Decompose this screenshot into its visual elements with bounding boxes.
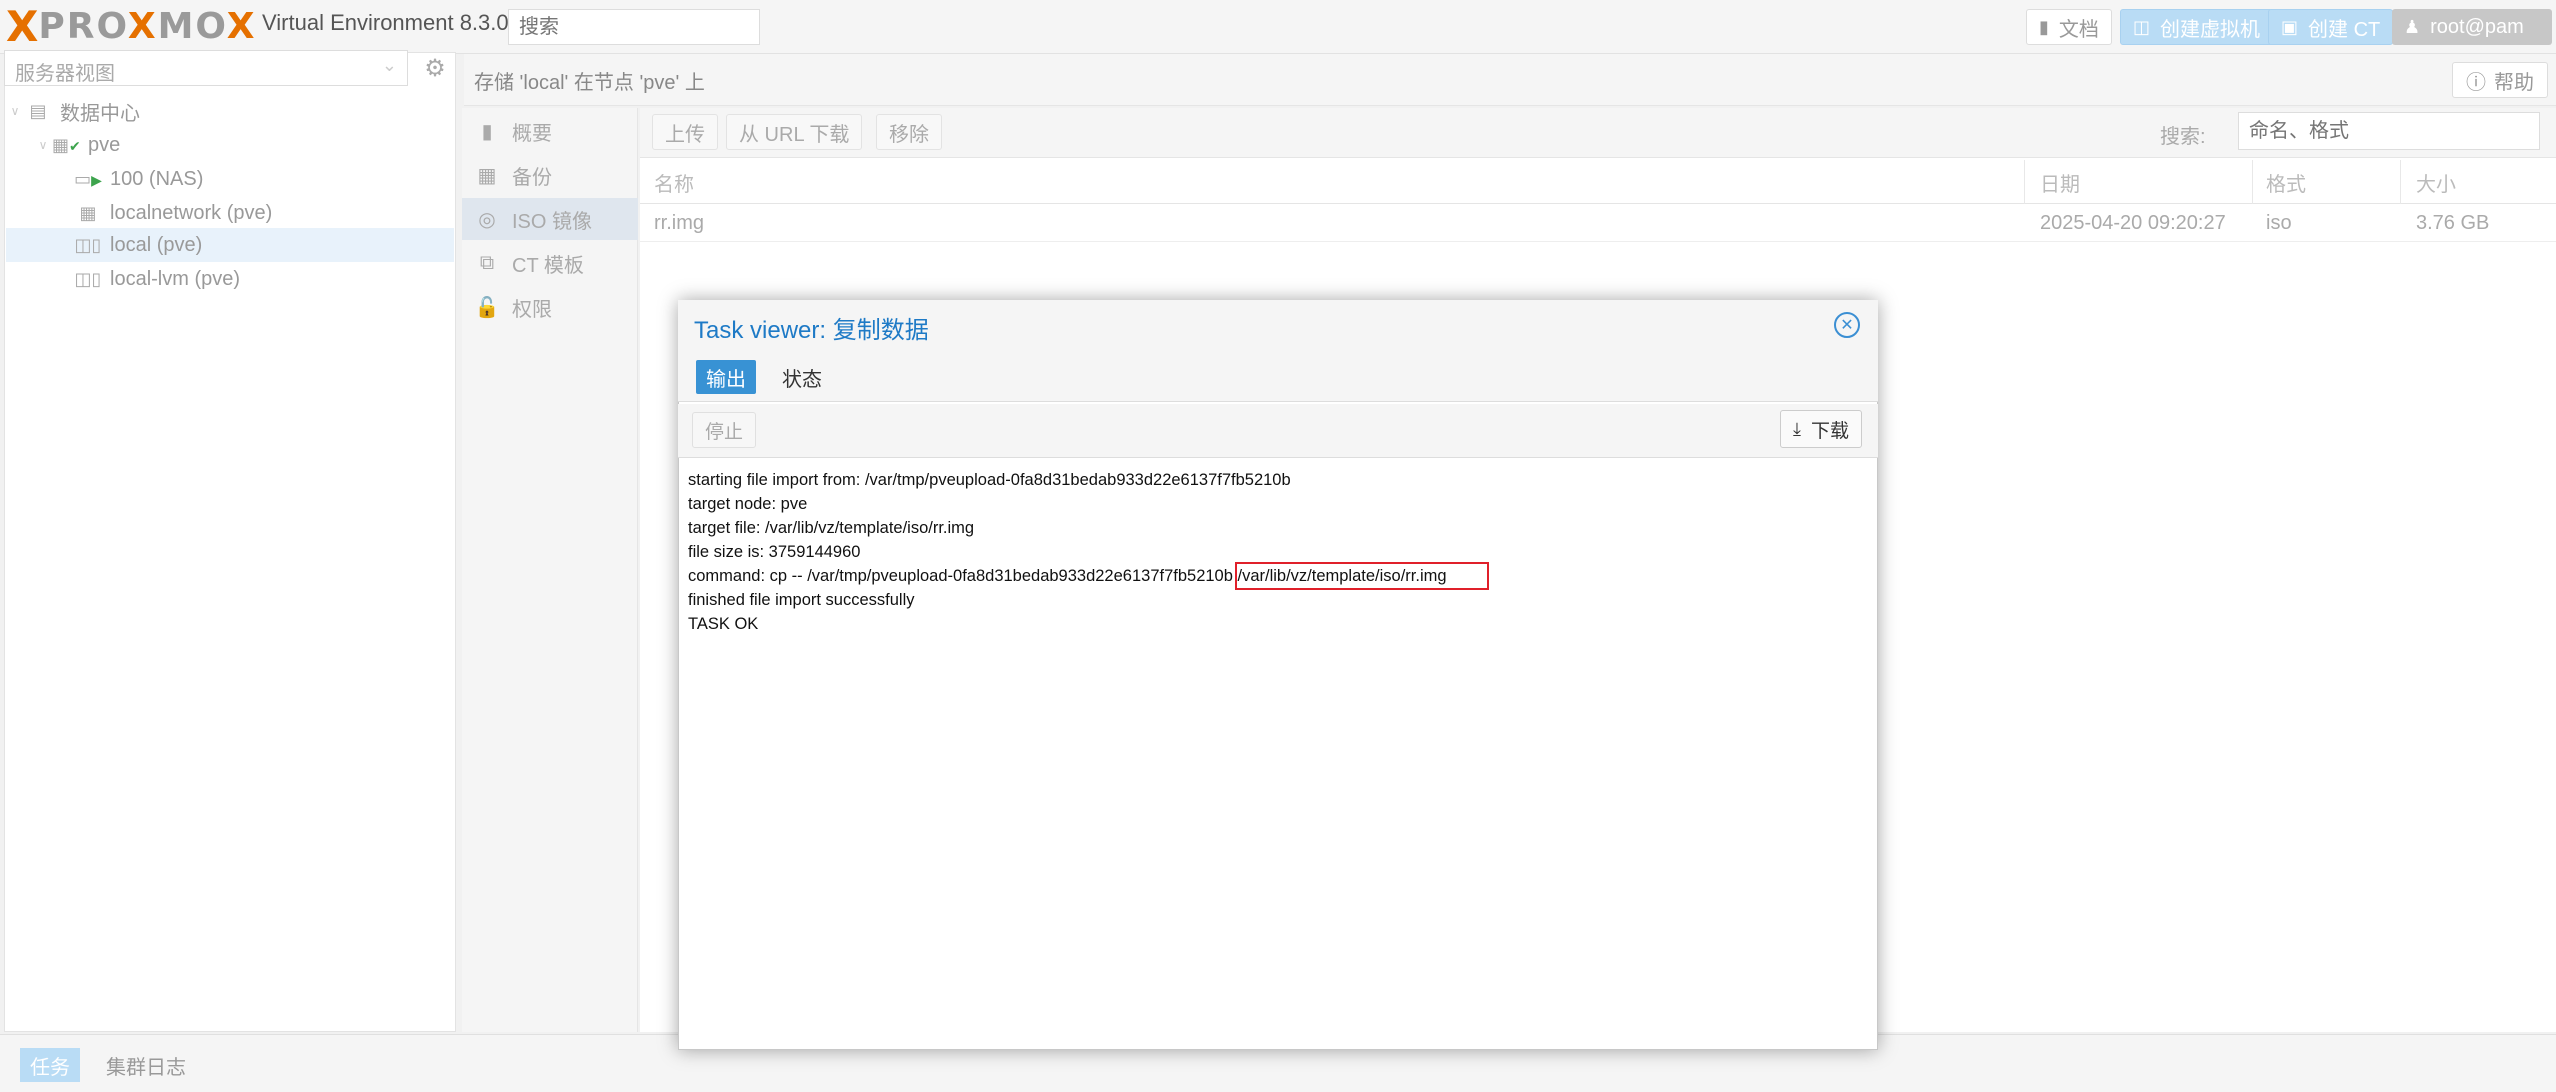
tree-item-local-lvm[interactable]: ◫▯ local-lvm (pve) — [6, 262, 454, 296]
stop-button[interactable]: 停止 — [692, 412, 757, 448]
tree-item-vm-100[interactable]: ▭▶ 100 (NAS) — [6, 162, 454, 196]
column-header-format[interactable]: 格式 — [2266, 168, 2306, 197]
product-version: Virtual Environment 8.3.0 — [262, 10, 509, 35]
log-line: finished file import successfully — [688, 591, 915, 609]
gear-icon[interactable]: ⚙ — [414, 50, 456, 86]
menu-item-summary[interactable]: ▮ 概要 — [462, 110, 638, 152]
cell-format: iso — [2266, 212, 2292, 234]
grid-network-icon: ▦ — [79, 202, 97, 223]
menu-item-permissions[interactable]: 🔓 权限 — [462, 286, 638, 328]
logo-wordmark: PROXMOX — [38, 6, 257, 47]
log-line: starting file import from: /var/tmp/pveu… — [688, 471, 1291, 489]
grid-search-input[interactable] — [2238, 112, 2540, 150]
column-separator — [2400, 160, 2401, 204]
page-title: 存储 'local' 在节点 'pve' 上 — [474, 72, 705, 94]
global-search-input[interactable] — [508, 9, 760, 45]
remove-button[interactable]: 移除 — [876, 114, 942, 150]
cell-size: 3.76 GB — [2416, 212, 2490, 234]
menu-item-iso-images[interactable]: ◎ ISO 镜像 — [462, 198, 638, 240]
column-separator — [2024, 160, 2025, 204]
floppy-icon: ▦ — [477, 164, 497, 187]
dialog-title: Task viewer: 复制数据 — [694, 317, 929, 344]
user-menu-button[interactable]: ♟ root@pam — [2392, 9, 2552, 45]
tab-tasks[interactable]: 任务 — [20, 1048, 80, 1082]
vm-running-icon: ▭▶ — [74, 168, 102, 189]
template-icon: ⧉ — [479, 251, 495, 274]
log-line: TASK OK — [688, 615, 759, 633]
disc-icon: ◎ — [478, 208, 496, 231]
download-icon: ⤓ — [1793, 418, 1801, 439]
grid-search-label: 搜索: — [2160, 126, 2206, 148]
docs-button[interactable]: ▮ 文档 — [2026, 9, 2112, 45]
tab-status[interactable]: 状态 — [772, 360, 832, 394]
help-button[interactable]: ⓘ 帮助 — [2452, 62, 2548, 98]
content-header — [464, 54, 2556, 106]
server-icon: ▤ — [29, 100, 47, 121]
tree-item-local[interactable]: ◫▯ local (pve) — [6, 228, 454, 262]
cube-icon: ▣ — [2281, 16, 2299, 37]
user-icon: ♟ — [2404, 16, 2421, 37]
column-separator — [2252, 160, 2253, 204]
dialog-toolbar — [678, 404, 1878, 458]
question-circle-icon: ⓘ — [2466, 71, 2486, 94]
upload-button[interactable]: 上传 — [652, 114, 718, 150]
database-icon: ◫▯ — [74, 234, 102, 255]
proxmox-logo[interactable]: X PROXMOX — [6, 4, 257, 50]
node-online-icon: ▦✔ — [52, 134, 81, 155]
download-log-button[interactable]: ⤓ 下载 — [1780, 410, 1862, 448]
download-from-url-button[interactable]: 从 URL 下载 — [726, 114, 863, 150]
database-icon: ◫▯ — [74, 268, 102, 289]
column-header-date[interactable]: 日期 — [2040, 168, 2080, 197]
create-ct-button[interactable]: ▣ 创建 CT — [2268, 9, 2394, 45]
unlock-icon: 🔓 — [474, 296, 500, 319]
close-icon[interactable]: ✕ — [1834, 312, 1860, 338]
tree-item-datacenter[interactable]: ∨ ▤ 数据中心 — [6, 94, 454, 128]
collapse-toggle-icon[interactable]: ∨ — [34, 138, 52, 152]
tab-cluster-log[interactable]: 集群日志 — [96, 1048, 196, 1082]
book-icon: ▮ — [481, 120, 493, 143]
column-header-size[interactable]: 大小 — [2416, 168, 2456, 197]
tree-item-node-pve[interactable]: ∨ ▦✔ pve — [6, 128, 454, 162]
desktop-icon: ◫ — [2133, 16, 2151, 37]
tree-item-localnetwork[interactable]: ▦ localnetwork (pve) — [6, 196, 454, 230]
view-selector[interactable]: 服务器视图 ⌄ — [4, 50, 408, 86]
chevron-down-icon: ⌄ — [381, 55, 397, 75]
cell-name: rr.img — [654, 212, 704, 234]
cell-date: 2025-04-20 09:20:27 — [2040, 212, 2226, 234]
create-vm-button[interactable]: ◫ 创建虚拟机 — [2120, 9, 2274, 45]
task-log-output: starting file import from: /var/tmp/pveu… — [688, 468, 1868, 636]
book-icon: ▮ — [2039, 16, 2049, 37]
collapse-toggle-icon[interactable]: ∨ — [6, 104, 24, 118]
log-line: target file: /var/lib/vz/template/iso/rr… — [688, 519, 975, 537]
logo-x: X — [6, 2, 39, 51]
log-line: file size is: 3759144960 — [688, 543, 861, 561]
tab-output[interactable]: 输出 — [696, 360, 756, 394]
dialog-tabs — [678, 352, 1878, 402]
highlight-annotation-box — [1235, 562, 1489, 590]
log-line: target node: pve — [688, 495, 808, 513]
menu-item-backup[interactable]: ▦ 备份 — [462, 154, 638, 196]
menu-item-ct-templates[interactable]: ⧉ CT 模板 — [462, 242, 638, 284]
column-header-name[interactable]: 名称 — [654, 168, 694, 197]
